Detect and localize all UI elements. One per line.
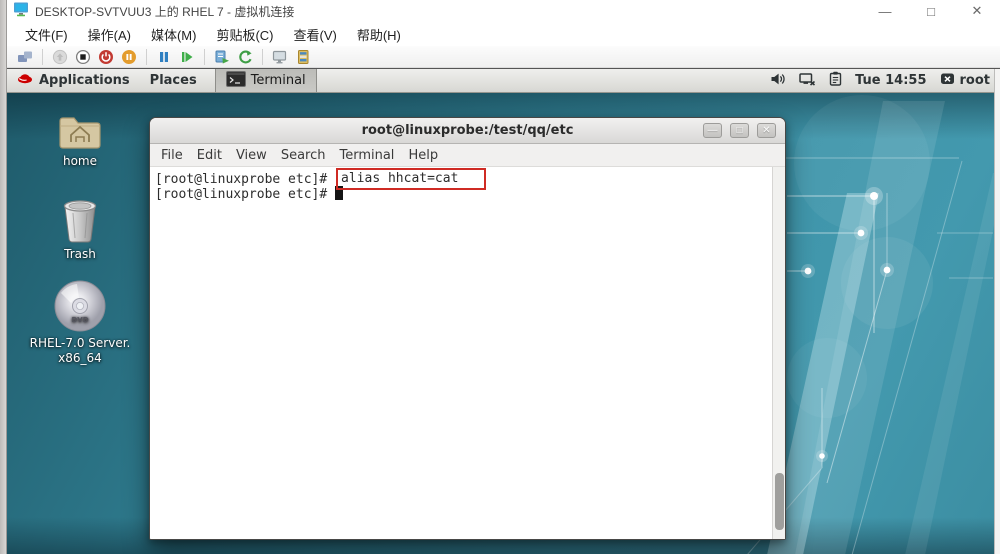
command-text: alias hhcat=cat — [341, 171, 458, 186]
window-list-terminal-label: Terminal — [251, 73, 306, 88]
terminal-scrollbar-thumb[interactable] — [775, 473, 784, 530]
clipboard-icon[interactable] — [829, 71, 842, 90]
pause-icon[interactable] — [155, 48, 173, 66]
host-menu-action[interactable]: 操作(A) — [78, 25, 141, 44]
host-window-title: DESKTOP-SVTVUU3 上的 RHEL 7 - 虚拟机连接 — [35, 3, 294, 20]
terminal-maximize-button[interactable]: □ — [730, 123, 749, 138]
applications-label: Applications — [39, 73, 130, 88]
home-folder-icon — [57, 113, 103, 151]
toolbar-separator — [262, 49, 263, 65]
volume-icon[interactable] — [770, 71, 786, 90]
host-menu-media[interactable]: 媒体(M) — [141, 25, 207, 44]
terminal-menu-view[interactable]: View — [229, 148, 274, 163]
turn-off-icon[interactable] — [74, 48, 92, 66]
host-titlebar: DESKTOP-SVTVUU3 上的 RHEL 7 - 虚拟机连接 — □ ✕ — [7, 0, 1000, 22]
gnome-status-area: Tue 14:55 root — [770, 69, 1000, 92]
terminal-titlebar[interactable]: root@linuxprobe:/test/qq/etc — □ ✕ — [150, 118, 785, 144]
host-menu-file[interactable]: 文件(F) — [15, 25, 78, 44]
start-icon[interactable] — [51, 48, 69, 66]
desktop-icon-dvd-label-line2: x86_64 — [58, 351, 102, 365]
toolbar-separator — [204, 49, 205, 65]
terminal-title: root@linuxprobe:/test/qq/etc — [150, 123, 785, 138]
desktop-icon-trash-label: Trash — [64, 247, 96, 261]
dvd-disc-icon: DVD — [53, 279, 107, 333]
user-chat-icon — [940, 72, 955, 90]
user-menu[interactable]: root — [940, 72, 991, 90]
ctrl-alt-del-icon[interactable] — [16, 48, 34, 66]
terminal-minimize-button[interactable]: — — [703, 123, 722, 138]
desktop-icon-home[interactable]: home — [46, 113, 114, 168]
host-maximize-button[interactable]: □ — [908, 0, 954, 22]
trash-can-icon — [59, 198, 101, 244]
network-display-icon[interactable] — [799, 71, 816, 90]
hyperv-app-icon — [13, 1, 29, 22]
desktop-icon-home-label: home — [63, 154, 97, 168]
host-toolbar — [7, 46, 1000, 68]
terminal-scrollbar[interactable] — [772, 167, 785, 539]
terminal-window-icon — [226, 71, 246, 91]
terminal-menu-help[interactable]: Help — [401, 148, 445, 163]
desktop-icon-dvd[interactable]: DVD RHEL-7.0 Server. x86_64 — [24, 279, 136, 365]
background-window-edge — [0, 0, 7, 554]
user-label: root — [960, 73, 991, 88]
applications-menu[interactable]: Applications — [7, 69, 140, 92]
toolbar-separator — [146, 49, 147, 65]
terminal-menu-search[interactable]: Search — [274, 148, 333, 163]
terminal-menu-edit[interactable]: Edit — [190, 148, 229, 163]
terminal-close-button[interactable]: ✕ — [757, 123, 776, 138]
host-minimize-button[interactable]: — — [862, 0, 908, 22]
revert-icon[interactable] — [236, 48, 254, 66]
host-window-controls: — □ ✕ — [862, 0, 1000, 22]
terminal-menu-file[interactable]: File — [154, 148, 190, 163]
places-menu[interactable]: Places — [140, 69, 207, 92]
svg-text:DVD: DVD — [71, 316, 88, 324]
host-menu-help[interactable]: 帮助(H) — [347, 25, 411, 44]
screenshot-root: DESKTOP-SVTVUU3 上的 RHEL 7 - 虚拟机连接 — □ ✕ … — [0, 0, 1000, 554]
desktop-icon-trash[interactable]: Trash — [48, 198, 112, 261]
window-list-terminal-button[interactable]: Terminal — [215, 69, 317, 92]
terminal-menu-terminal[interactable]: Terminal — [332, 148, 401, 163]
prompt-text: [root@linuxprobe etc]# — [155, 187, 335, 202]
save-icon[interactable] — [120, 48, 138, 66]
host-menu-clipboard[interactable]: 剪贴板(C) — [206, 25, 283, 44]
terminal-window: root@linuxprobe:/test/qq/etc — □ ✕ File … — [149, 117, 786, 540]
host-right-edge — [994, 69, 1000, 554]
redhat-logo-icon — [17, 72, 33, 89]
prompt-text: [root@linuxprobe etc]# — [155, 172, 335, 187]
checkpoint-icon[interactable] — [213, 48, 231, 66]
terminal-line-1: [root@linuxprobe etc]# alias hhcat=cat — [155, 169, 785, 186]
terminal-window-controls: — □ ✕ — [703, 123, 785, 138]
share-icon[interactable] — [294, 48, 312, 66]
reset-icon[interactable] — [178, 48, 196, 66]
toolbar-separator — [42, 49, 43, 65]
clock[interactable]: Tue 14:55 — [855, 73, 926, 88]
desktop-icon-dvd-label-line1: RHEL-7.0 Server. — [30, 336, 131, 350]
host-menu-view[interactable]: 查看(V) — [284, 25, 347, 44]
enhanced-session-icon[interactable] — [271, 48, 289, 66]
terminal-menubar: File Edit View Search Terminal Help — [150, 144, 785, 167]
gnome-top-bar: Applications Places Terminal — [7, 69, 1000, 93]
host-menubar: 文件(F) 操作(A) 媒体(M) 剪贴板(C) 查看(V) 帮助(H) — [7, 22, 1000, 46]
terminal-content[interactable]: [root@linuxprobe etc]# alias hhcat=cat [… — [150, 167, 785, 539]
shut-down-icon[interactable] — [97, 48, 115, 66]
places-label: Places — [150, 73, 197, 88]
command-highlight-box: alias hhcat=cat — [336, 168, 486, 190]
host-close-button[interactable]: ✕ — [954, 0, 1000, 22]
